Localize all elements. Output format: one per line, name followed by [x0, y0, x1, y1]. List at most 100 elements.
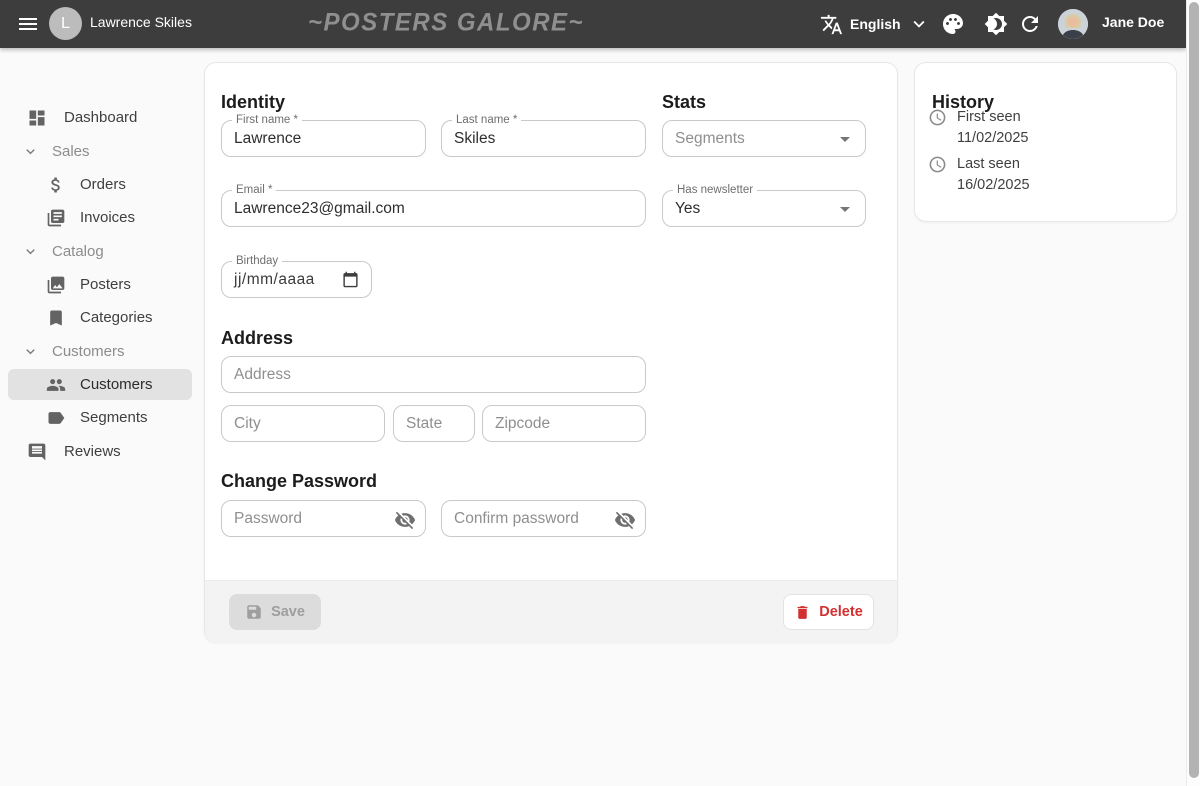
record-avatar: L: [49, 7, 82, 40]
sidebar-item-reviews[interactable]: Reviews: [0, 436, 204, 467]
sidebar-section-label: Customers: [52, 343, 125, 360]
dollar-icon: [46, 175, 66, 195]
sidebar-item-label: Orders: [80, 176, 126, 193]
email-input[interactable]: [222, 191, 645, 226]
sidebar-section-customers[interactable]: Customers: [0, 336, 204, 367]
dashboard-icon: [27, 108, 47, 128]
record-avatar-initial: L: [61, 15, 70, 33]
label-icon: [46, 408, 66, 428]
first-seen-label: First seen: [957, 109, 1021, 125]
scrollbar-thumb[interactable]: [1189, 2, 1199, 778]
save-button-label: Save: [271, 604, 305, 620]
sidebar-item-label: Categories: [80, 309, 153, 326]
birthday-value: jj/mm/aaaa: [234, 271, 315, 289]
user-avatar-photo: [1058, 9, 1088, 39]
refresh-button[interactable]: [1010, 4, 1050, 44]
chevron-down-icon: [908, 13, 930, 35]
section-title-identity: Identity: [221, 92, 285, 113]
user-name: Jane Doe: [1102, 14, 1164, 30]
confirm-password-visibility-toggle[interactable]: [613, 508, 637, 532]
record-name: Lawrence Skiles: [90, 14, 192, 30]
sidebar-section-sales[interactable]: Sales: [0, 136, 204, 167]
delete-button-label: Delete: [819, 604, 863, 620]
bookmark-icon: [46, 308, 66, 328]
has-newsletter-select[interactable]: Has newsletter Yes: [662, 190, 866, 227]
brightness-icon: [984, 12, 1008, 36]
calendar-icon[interactable]: [342, 271, 359, 288]
language-selector[interactable]: English: [816, 4, 934, 44]
birthday-field[interactable]: Birthday jj/mm/aaaa: [221, 261, 372, 298]
sidebar-section-label: Catalog: [52, 243, 104, 260]
theme-palette-button[interactable]: [933, 4, 973, 44]
zipcode-input[interactable]: [483, 406, 645, 441]
password-visibility-toggle[interactable]: [393, 508, 417, 532]
sidebar-item-invoices[interactable]: Invoices: [0, 202, 204, 233]
sidebar-item-label: Customers: [80, 376, 153, 393]
visibility-off-icon: [394, 509, 416, 531]
form-toolbar: Save Delete: [205, 580, 897, 643]
first-name-label: First name *: [232, 114, 302, 127]
people-icon: [46, 375, 66, 395]
state-input[interactable]: [394, 406, 474, 441]
state-field-wrap: [393, 405, 475, 442]
confirm-password-field-wrap: [441, 500, 646, 537]
address-input[interactable]: [222, 357, 645, 392]
sidebar-section-label: Sales: [52, 143, 90, 160]
last-name-label: Last name *: [452, 114, 521, 127]
clock-icon: [928, 155, 947, 174]
dropdown-arrow-icon: [833, 197, 857, 221]
section-title-change-password: Change Password: [221, 471, 377, 492]
last-seen-value: 16/02/2025: [957, 177, 1030, 193]
address-field-wrap: [221, 356, 646, 393]
chevron-down-icon: [22, 143, 39, 160]
sidebar-item-orders[interactable]: Orders: [0, 169, 204, 200]
sidebar-section-catalog[interactable]: Catalog: [0, 236, 204, 267]
app-logo: ~POSTERS GALORE~: [308, 8, 552, 37]
refresh-icon: [1018, 12, 1042, 36]
email-label: Email *: [232, 184, 276, 197]
sidebar-item-label: Reviews: [64, 443, 121, 460]
hamburger-icon: [16, 12, 40, 36]
clock-icon: [928, 108, 947, 127]
city-input[interactable]: [222, 406, 384, 441]
save-button[interactable]: Save: [229, 594, 321, 630]
user-avatar[interactable]: [1058, 9, 1088, 39]
comment-icon: [27, 442, 47, 462]
section-title-address: Address: [221, 328, 293, 349]
chevron-down-icon: [22, 343, 39, 360]
sidebar-item-customers[interactable]: Customers: [8, 369, 192, 400]
sidebar-item-label: Segments: [80, 409, 148, 426]
section-title-stats: Stats: [662, 92, 706, 113]
trash-icon: [794, 604, 811, 621]
delete-button[interactable]: Delete: [783, 594, 874, 630]
sidebar-item-segments[interactable]: Segments: [0, 402, 204, 433]
sidebar-item-posters[interactable]: Posters: [0, 269, 204, 300]
invoices-icon: [46, 208, 66, 228]
sidebar-item-label: Dashboard: [64, 109, 137, 126]
city-field-wrap: [221, 405, 385, 442]
has-newsletter-label: Has newsletter: [673, 184, 757, 197]
translate-icon: [820, 13, 843, 36]
customer-edit-card: Identity Stats First name * Last name * …: [204, 62, 898, 643]
dropdown-arrow-icon: [833, 127, 857, 151]
sidebar-item-label: Posters: [80, 276, 131, 293]
segments-select-value: Segments: [675, 130, 745, 148]
posters-icon: [46, 275, 66, 295]
last-name-field-wrap: Last name *: [441, 120, 646, 157]
first-seen-value: 11/02/2025: [957, 130, 1029, 146]
page-scrollbar: [1186, 0, 1200, 786]
segments-select[interactable]: Segments: [662, 120, 866, 157]
history-card: History First seen 11/02/2025 Last seen …: [914, 62, 1177, 222]
password-field-wrap: [221, 500, 426, 537]
sidebar-item-dashboard[interactable]: Dashboard: [0, 102, 204, 133]
sidebar-item-categories[interactable]: Categories: [0, 302, 204, 333]
sidebar: Dashboard Sales Orders Invoices Catalog …: [0, 48, 204, 786]
save-icon: [245, 603, 263, 621]
first-name-field-wrap: First name *: [221, 120, 426, 157]
hamburger-menu-button[interactable]: [8, 4, 48, 44]
chevron-down-icon: [22, 243, 39, 260]
language-label: English: [850, 16, 901, 32]
zipcode-field-wrap: [482, 405, 646, 442]
has-newsletter-value: Yes: [675, 200, 700, 218]
palette-icon: [941, 12, 965, 36]
